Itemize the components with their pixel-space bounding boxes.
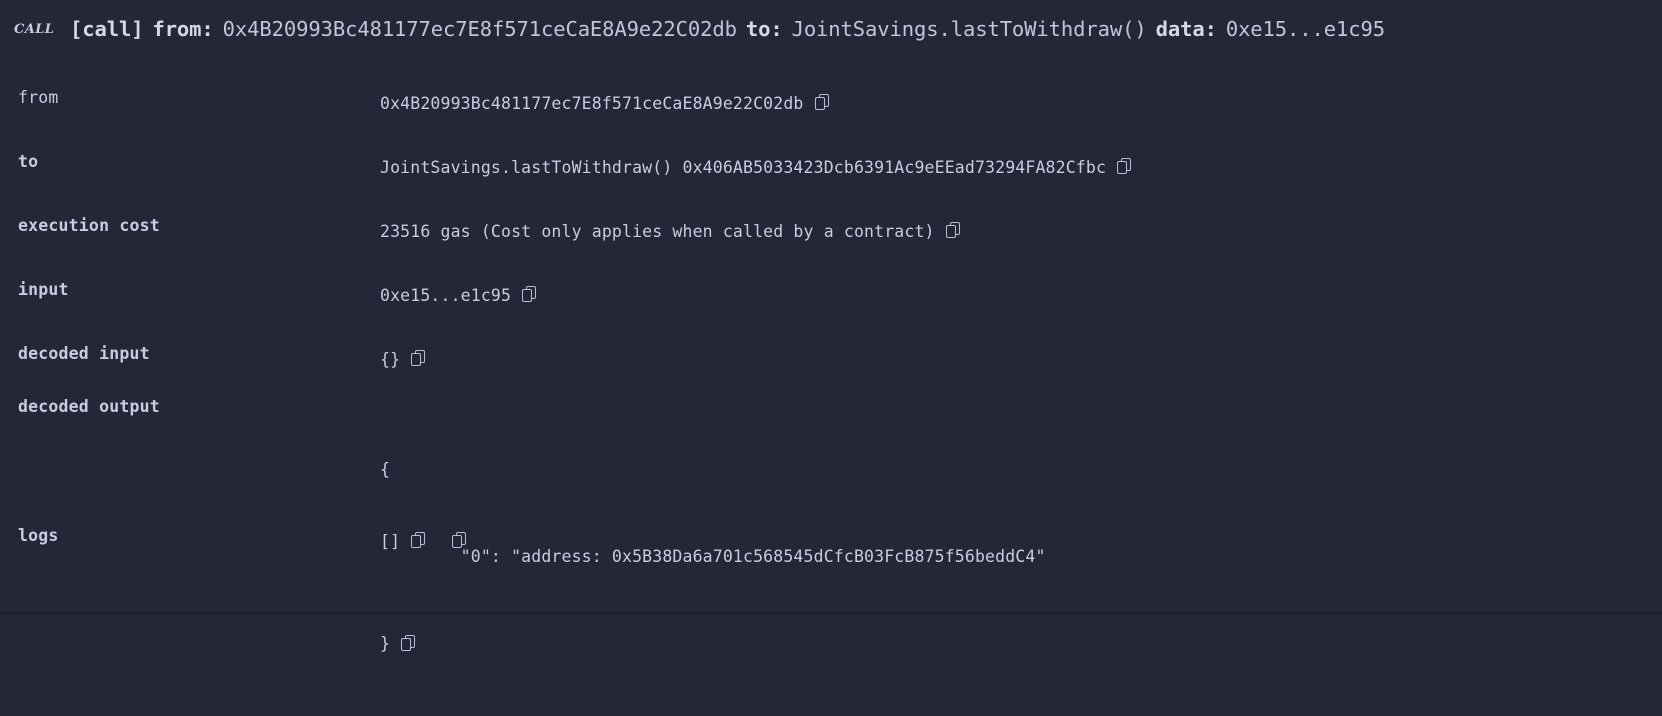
detail-rows: from 0x4B20993Bc481177ec7E8f571ceCaE8A9e… (0, 58, 1662, 653)
row-input-value-cell: 0xe15...e1c95 (380, 280, 1662, 310)
row-input-value: 0xe15...e1c95 (380, 286, 512, 305)
summary-data-value: 0xe15...e1c95 (1225, 17, 1385, 41)
copy-icon-secondary[interactable] (452, 532, 467, 549)
row-to-value-cell: JointSavings.lastToWithdraw() 0x406AB503… (380, 152, 1662, 182)
summary-to-value: JointSavings.lastToWithdraw() (791, 17, 1147, 41)
row-input: input 0xe15...e1c95 (0, 280, 1662, 310)
summary-call-tag: [call] (70, 17, 144, 41)
row-input-label: input (18, 280, 69, 299)
row-execution-cost-label: execution cost (18, 216, 160, 235)
row-execution-cost-value-cell: 23516 gas (Cost only applies when called… (380, 216, 1662, 246)
copy-icon[interactable] (401, 635, 416, 652)
decoded-output-line-open: { (380, 460, 391, 479)
call-type-badge: CALL (14, 21, 55, 37)
row-decoded-input-label: decoded input (18, 344, 150, 363)
summary-from-label: from: (152, 17, 214, 41)
row-logs-value: [] (380, 532, 401, 551)
copy-icon[interactable] (1117, 158, 1132, 175)
decoded-output-line-close: } (380, 634, 391, 653)
row-from-value-cell: 0x4B20993Bc481177ec7E8f571ceCaE8A9e22C02… (380, 88, 1662, 118)
copy-icon[interactable] (945, 222, 961, 239)
row-from: from 0x4B20993Bc481177ec7E8f571ceCaE8A9e… (0, 88, 1662, 118)
transaction-summary-row[interactable]: CALL [call] from: 0x4B20993Bc481177ec7E8f5… (0, 0, 1662, 58)
summary-from-value: 0x4B20993Bc481177ec7E8f571ceCaE8A9e22C02… (222, 17, 737, 41)
transaction-detail-panel: CALL [call] from: 0x4B20993Bc481177ec7E8f5… (0, 0, 1662, 653)
row-to: to JointSavings.lastToWithdraw() 0x406AB… (0, 152, 1662, 182)
row-decoded-output: decoded output { "0": "address: 0x5B38Da… (0, 397, 1662, 716)
row-from-value: 0x4B20993Bc481177ec7E8f571ceCaE8A9e22C02… (380, 94, 804, 113)
summary-to-label: to: (745, 17, 783, 41)
row-execution-cost: execution cost 23516 gas (Cost only appl… (0, 216, 1662, 246)
decoded-output-line-close-wrap: } (380, 629, 1662, 658)
row-execution-cost-value: 23516 gas (Cost only applies when called… (380, 222, 935, 241)
row-decoded-input-value-cell: {} (380, 344, 1662, 374)
row-logs-label: logs (18, 526, 59, 545)
summary-text: [call] from: 0x4B20993Bc481177ec7E8f571ceC… (70, 17, 1385, 41)
copy-icon[interactable] (522, 286, 537, 303)
row-from-label: from (18, 88, 59, 107)
row-decoded-output-label: decoded output (18, 397, 160, 416)
copy-icon[interactable] (411, 532, 426, 549)
copy-icon[interactable] (411, 350, 426, 367)
row-decoded-input-value: {} (380, 350, 401, 369)
row-decoded-input: decoded input {} (0, 344, 1662, 374)
row-logs: logs [] (0, 526, 1662, 556)
copy-icon[interactable] (814, 94, 830, 111)
summary-data-label: data: (1155, 17, 1217, 41)
row-to-value: JointSavings.lastToWithdraw() 0x406AB503… (380, 158, 1107, 177)
row-to-label: to (18, 152, 39, 171)
row-logs-value-cell: [] (380, 526, 1662, 556)
row-decoded-output-value-cell: { "0": "address: 0x5B38Da6a701c568545dCf… (380, 397, 1662, 716)
